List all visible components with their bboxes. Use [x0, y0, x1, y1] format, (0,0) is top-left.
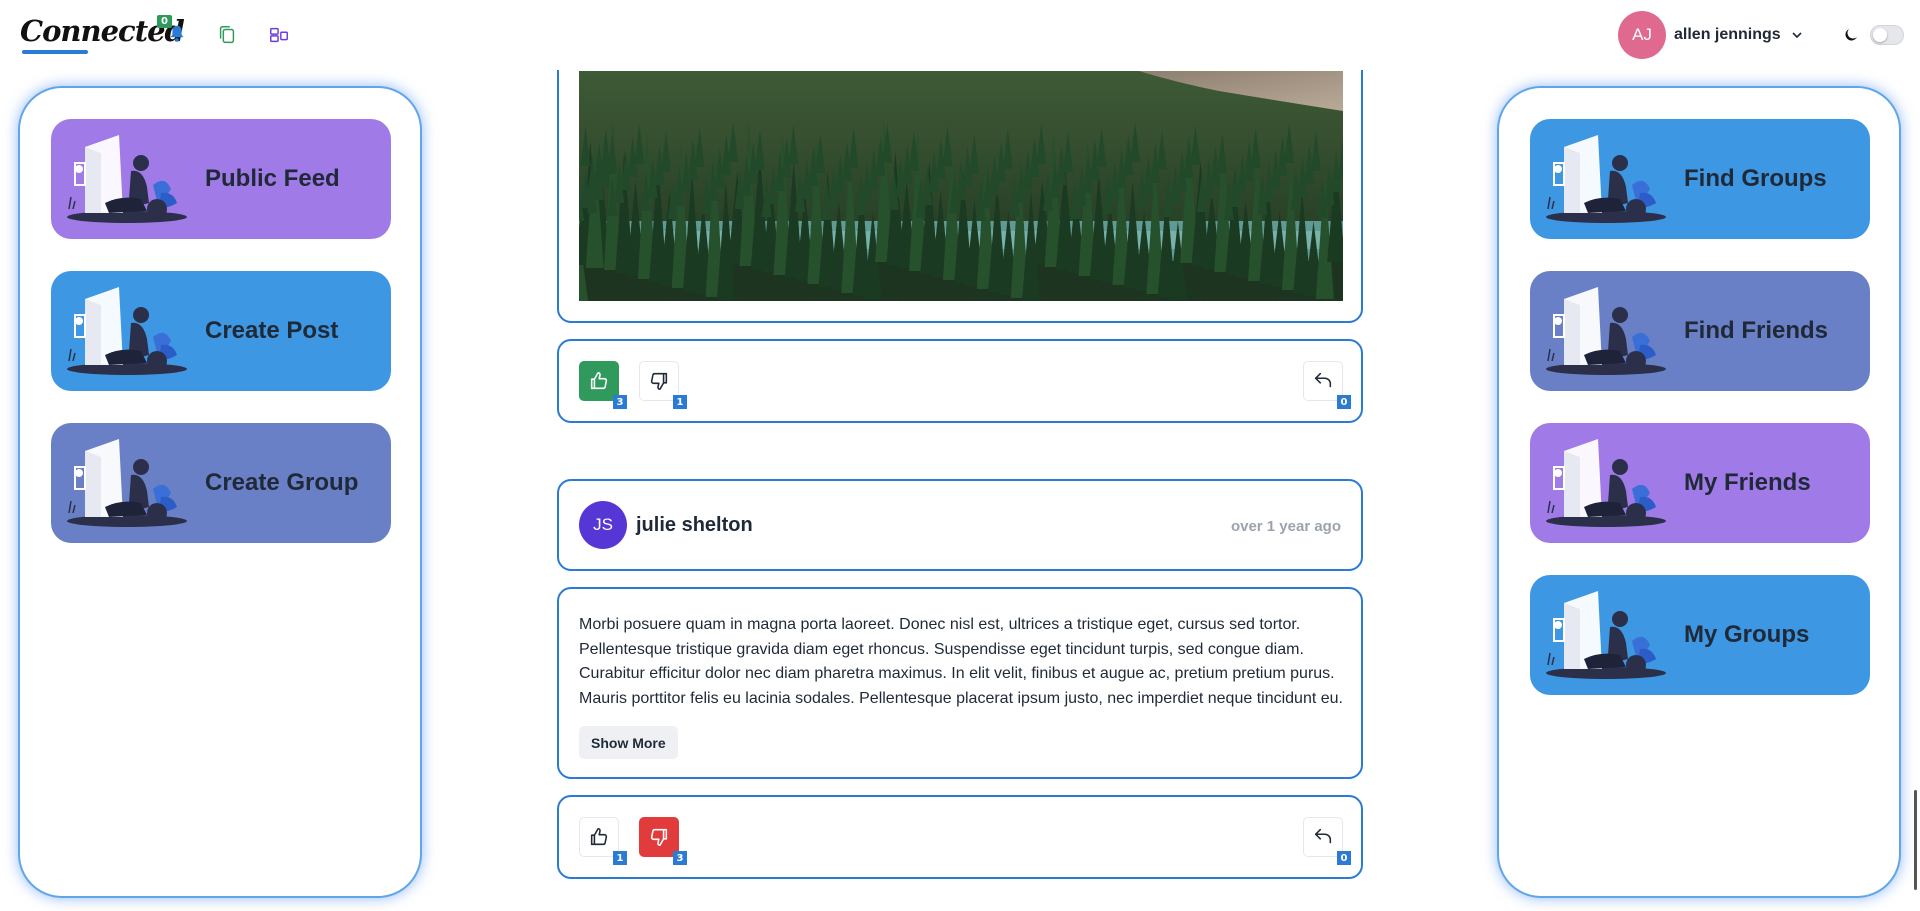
post-header: JS julie shelton over 1 year ago: [557, 479, 1363, 571]
reply-count: 0: [1337, 395, 1351, 409]
create-group-button[interactable]: Create Group: [51, 423, 391, 543]
my-friends-button[interactable]: My Friends: [1530, 423, 1870, 543]
forest-photo: [579, 71, 1343, 301]
like-count: 1: [613, 851, 627, 865]
dislike-count: 1: [673, 395, 687, 409]
public-feed-button[interactable]: Public Feed: [51, 119, 391, 239]
post-reactions-bar: 3 1 0: [557, 339, 1363, 423]
thumbs-up-icon: [590, 827, 608, 846]
post-image[interactable]: [579, 71, 1343, 301]
dark-mode-toggle[interactable]: [1870, 25, 1904, 45]
create-post-button[interactable]: Create Post: [51, 271, 391, 391]
user-avatar[interactable]: AJ: [1618, 11, 1666, 59]
reply-icon: [1314, 828, 1332, 844]
thumbs-down-icon: [650, 372, 668, 391]
reading-illustration-icon: [1546, 591, 1666, 679]
scrollbar-thumb[interactable]: [1914, 790, 1917, 890]
groups-layout-icon[interactable]: [268, 24, 290, 46]
menu-label: Create Group: [205, 469, 359, 496]
menu-label: Public Feed: [205, 165, 340, 192]
menu-label: My Groups: [1684, 621, 1810, 648]
logo-underline: [22, 50, 88, 54]
user-menu[interactable]: AJ allen jennings: [1618, 10, 1803, 60]
reading-illustration-icon: [1546, 287, 1666, 375]
thumbs-down-icon: [650, 828, 668, 847]
reading-illustration-icon: [1546, 439, 1666, 527]
post-timestamp: over 1 year ago: [1230, 518, 1341, 535]
reply-icon: [1314, 372, 1332, 388]
reading-illustration-icon: [67, 439, 187, 527]
post-author[interactable]: julie shelton: [636, 514, 753, 537]
my-groups-button[interactable]: My Groups: [1530, 575, 1870, 695]
left-sidebar: Public Feed Create Post Create Group: [18, 86, 422, 898]
bell-icon[interactable]: [166, 22, 188, 46]
top-navbar: Connected 0 AJ allen jennings: [0, 0, 1920, 70]
user-name[interactable]: allen jennings: [1674, 26, 1781, 44]
toggle-knob: [1873, 28, 1887, 42]
copy-posts-icon[interactable]: [216, 24, 238, 46]
reading-illustration-icon: [67, 135, 187, 223]
like-count: 3: [613, 395, 627, 409]
menu-label: My Friends: [1684, 469, 1811, 496]
reading-illustration-icon: [1546, 135, 1666, 223]
post-reactions-bar: 1 3 0: [557, 795, 1363, 879]
menu-label: Find Groups: [1684, 165, 1827, 192]
right-sidebar: Find Groups Find Friends My Friends My G…: [1497, 86, 1901, 898]
moon-icon: [1845, 29, 1857, 41]
reading-illustration-icon: [67, 287, 187, 375]
thumbs-up-icon: [590, 371, 608, 390]
post-body-card: Morbi posuere quam in magna porta laoree…: [557, 587, 1363, 779]
show-more-button[interactable]: Show More: [579, 726, 678, 759]
find-groups-button[interactable]: Find Groups: [1530, 119, 1870, 239]
reply-count: 0: [1337, 851, 1351, 865]
chevron-down-icon[interactable]: [1791, 29, 1803, 41]
post-body: Morbi posuere quam in magna porta laoree…: [579, 616, 1343, 707]
menu-label: Find Friends: [1684, 317, 1828, 344]
menu-label: Create Post: [205, 317, 339, 344]
dislike-count: 3: [673, 851, 687, 865]
author-avatar[interactable]: JS: [579, 501, 627, 549]
find-friends-button[interactable]: Find Friends: [1530, 271, 1870, 391]
